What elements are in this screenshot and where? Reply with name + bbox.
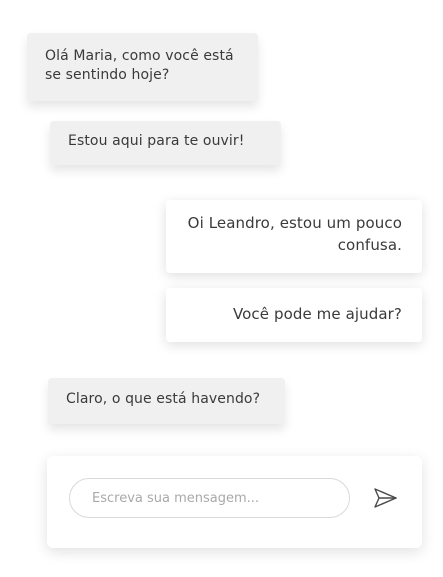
- message-bubble-outgoing: Você pode me ajudar?: [166, 288, 422, 342]
- send-button[interactable]: [368, 481, 402, 515]
- message-bubble-outgoing: Oi Leandro, estou um pouco confusa.: [166, 200, 422, 273]
- message-bubble-incoming: Estou aqui para te ouvir!: [50, 121, 281, 165]
- message-bubble-incoming: Olá Maria, como você está se sentindo ho…: [27, 33, 258, 101]
- chat-screen: Olá Maria, como você está se sentindo ho…: [0, 0, 443, 577]
- message-composer: [47, 456, 422, 548]
- send-arrow-icon: [374, 488, 397, 508]
- message-bubble-incoming: Claro, o que está havendo?: [48, 378, 285, 424]
- message-input[interactable]: [69, 478, 350, 518]
